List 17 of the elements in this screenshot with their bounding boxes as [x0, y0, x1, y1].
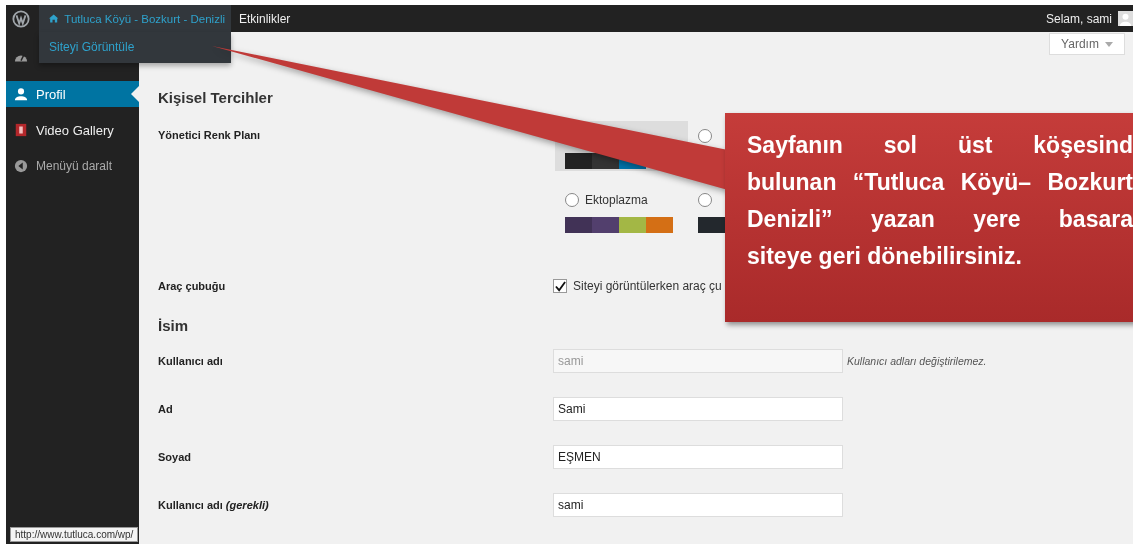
- field-label: Soyad: [158, 451, 192, 463]
- field-label: Araç çubuğu: [158, 280, 227, 292]
- field-label: Yönetici Renk Planı: [158, 129, 262, 141]
- checkbox-label: Siteyi görüntülerken araç çu: [573, 279, 722, 293]
- callout-text: siteye geri dönebilirsiniz.: [747, 242, 1023, 271]
- link-tooltip: http://www.tutluca.com/wp/: [10, 527, 139, 542]
- section-heading: İsim: [158, 317, 189, 336]
- callout-text: Sayfanın sol üst köşesind: [747, 131, 1133, 160]
- scheme-name: Ektoplazma: [585, 193, 648, 207]
- field-description: Kullanıcı adları değiştirilemez.: [847, 355, 987, 367]
- field-label: Kullanıcı adı: [158, 355, 224, 367]
- section-heading: Kişisel Tercihler: [158, 89, 274, 108]
- site-name: Tutluca Köyü - Bozkurt - Denizli: [64, 12, 225, 25]
- field-label: Ad: [158, 403, 174, 415]
- field-label: Kullanıcı adı (gerekli): [158, 499, 270, 511]
- callout-text: Denizli” yazan yere basara: [747, 205, 1133, 234]
- callout-text: bulunan “Tutluca Köyü– Bozkurt: [747, 168, 1133, 197]
